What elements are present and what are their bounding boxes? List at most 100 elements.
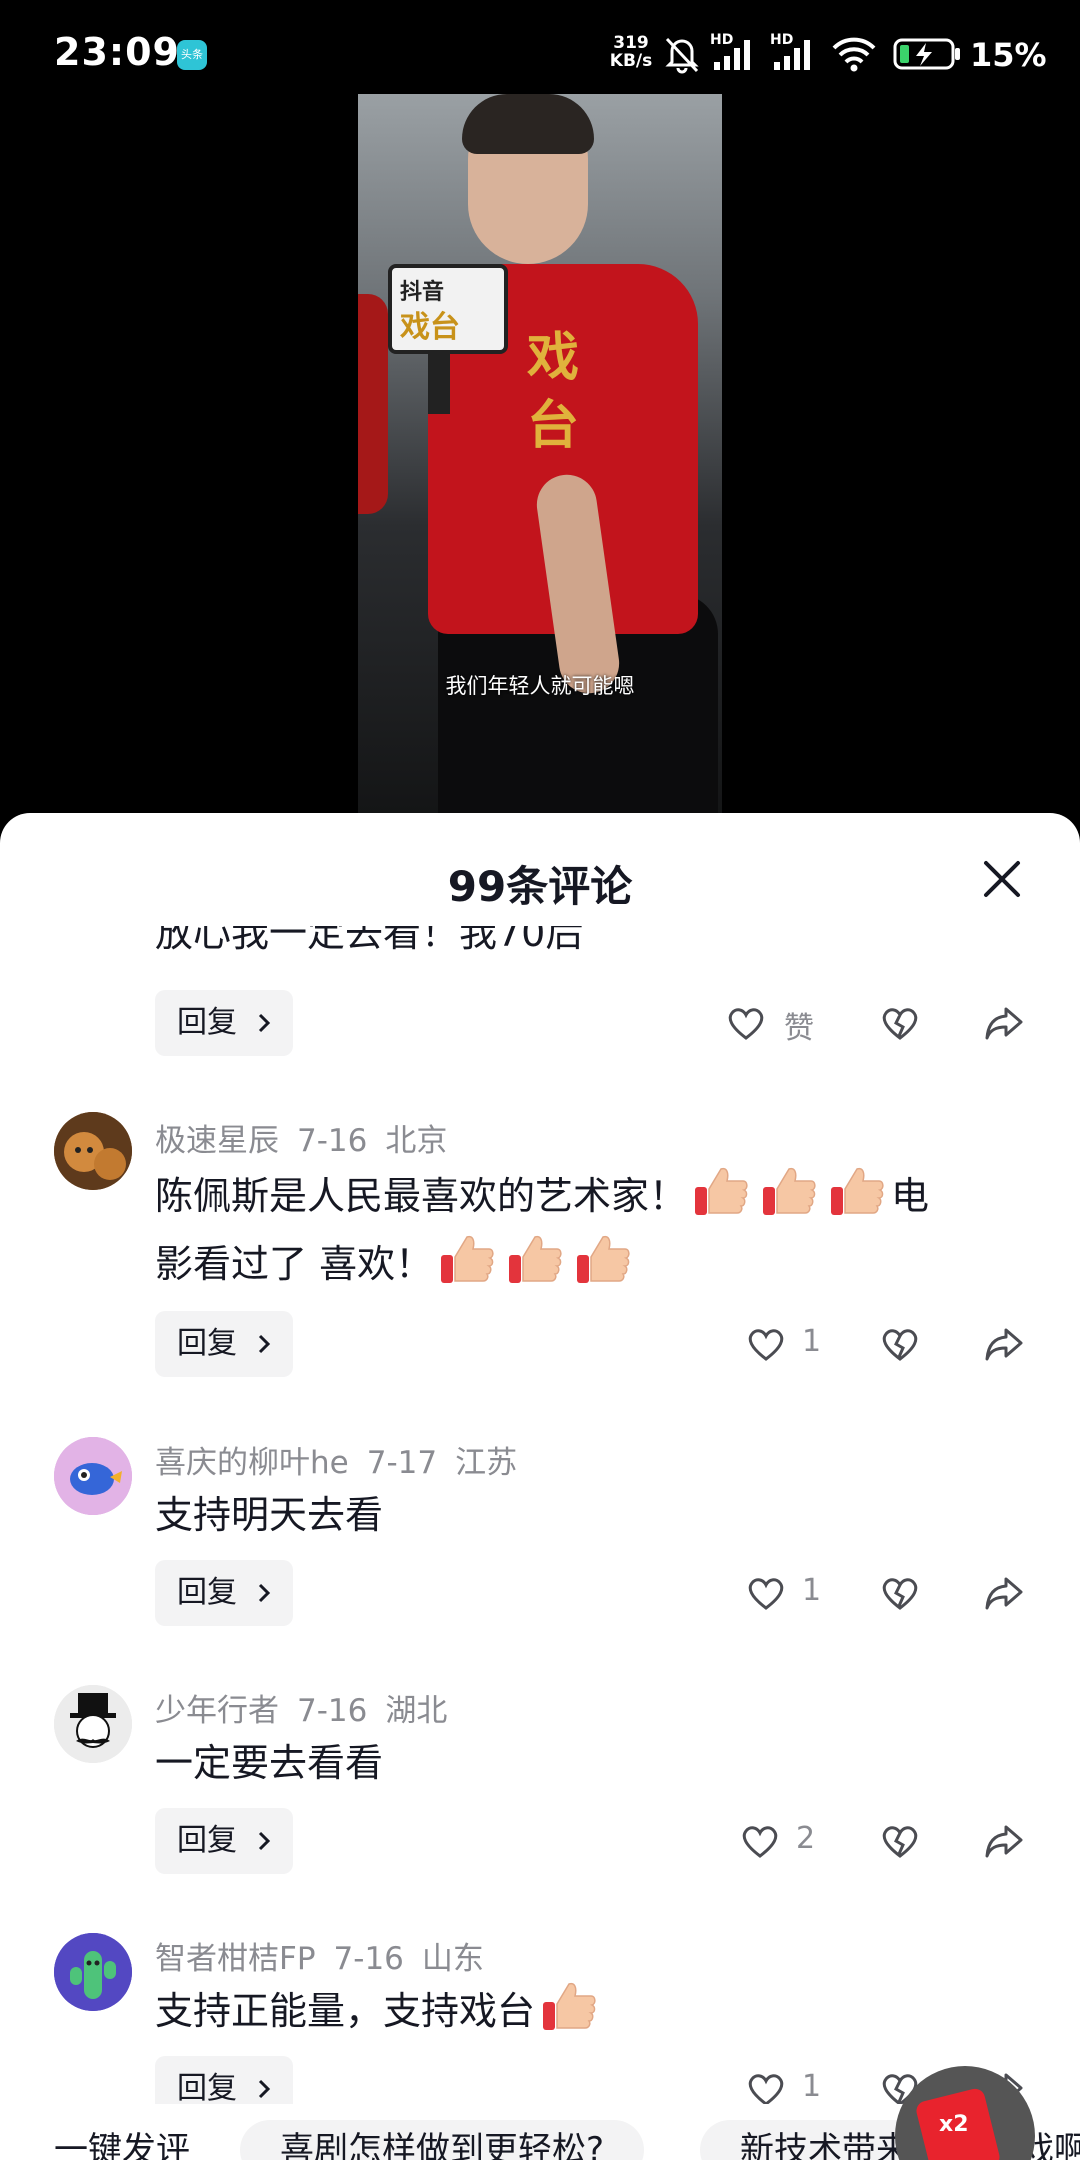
thumbs-up-emoji — [509, 1235, 562, 1283]
share-icon[interactable] — [984, 1823, 1024, 1859]
battery-percent: 15% — [970, 36, 1047, 74]
comment-text-part: 电 — [891, 1174, 930, 1218]
avatar[interactable] — [54, 1933, 132, 2011]
thumbs-up-emoji — [763, 1167, 816, 1215]
comment-date: 7-16 — [297, 1123, 368, 1159]
battery-charging-icon — [893, 38, 960, 70]
comment-text: 支持明天去看 — [155, 1493, 384, 1537]
reply-button[interactable]: 回复 — [155, 1311, 293, 1377]
chevron-right-icon — [258, 1013, 271, 1033]
chevron-right-icon — [258, 1583, 271, 1603]
comment-meta: 智者柑桔FP 7-16 山东 — [155, 1933, 502, 1978]
comment-region: 湖北 — [385, 1693, 448, 1729]
video-bg-person — [358, 294, 388, 514]
like-count: 1 — [802, 2069, 822, 2104]
network-speed-value: 319 — [613, 33, 649, 53]
avatar-top-hat-image — [54, 1685, 132, 1763]
broken-heart-icon[interactable] — [880, 1004, 920, 1042]
mic-handle — [428, 354, 450, 414]
broken-heart-icon[interactable] — [880, 1574, 920, 1612]
comment-username[interactable]: 极速星辰 — [155, 1123, 279, 1159]
avatar-cat-image — [54, 1112, 132, 1190]
chevron-right-icon — [258, 1334, 271, 1354]
comment-region: 北京 — [385, 1123, 448, 1159]
comment-text-part: 影看过了 喜欢！ — [155, 1242, 434, 1286]
comment-text: 支持正能量，支持戏台 — [155, 1977, 1025, 2045]
reply-label: 回复 — [177, 1326, 237, 1361]
like-count: 2 — [796, 1821, 816, 1856]
signal-2-icon: HD — [770, 32, 820, 74]
comment-date: 7-16 — [297, 1693, 368, 1729]
comment-sheet: 99条评论 放心我一定去看！我70后 回复 赞 极速星辰 7-16 北京 陈佩斯是人… — [0, 813, 1080, 2160]
like-count: 1 — [802, 1324, 822, 1359]
avatar[interactable] — [54, 1112, 132, 1190]
reply-label: 回复 — [177, 1823, 237, 1858]
app-notification-badge: 头条 — [177, 40, 207, 70]
reply-button[interactable]: 回复 — [155, 990, 293, 1056]
signal-bars-1 — [714, 40, 750, 70]
comment-region: 山东 — [421, 1941, 484, 1977]
avatar-cactus-image — [54, 1933, 132, 2011]
thumbs-up-emoji — [695, 1167, 748, 1215]
wifi-icon — [832, 37, 876, 72]
share-icon[interactable] — [984, 1575, 1024, 1611]
red-envelope-multiplier: x2 — [939, 2112, 969, 2137]
video-player[interactable]: 戏台 抖音 戏台 我们年轻人就可能嗯 — [358, 94, 722, 814]
thumbs-up-emoji — [577, 1235, 630, 1283]
close-icon[interactable] — [978, 855, 1026, 903]
share-icon[interactable] — [984, 1005, 1024, 1041]
heart-icon[interactable] — [746, 1574, 786, 1612]
reply-label: 回复 — [177, 2071, 237, 2106]
comment-username[interactable]: 少年行者 — [155, 1693, 279, 1729]
chevron-right-icon — [258, 1831, 271, 1851]
comment-date: 7-17 — [366, 1445, 438, 1481]
heart-icon[interactable] — [746, 2070, 786, 2108]
avatar-bird-image — [54, 1437, 132, 1515]
share-icon[interactable] — [984, 1326, 1024, 1362]
heart-icon[interactable] — [726, 1004, 766, 1042]
thumbs-up-emoji — [831, 1167, 884, 1215]
comment-region: 江苏 — [455, 1445, 518, 1481]
thumbs-up-emoji — [543, 1982, 596, 2030]
broken-heart-icon[interactable] — [880, 1822, 920, 1860]
comment-meta: 少年行者 7-16 湖北 — [155, 1685, 465, 1730]
mute-bell-icon — [665, 37, 699, 74]
partial-comment-text: 放心我一定去看！我70后 — [155, 926, 855, 950]
video-shirt-print: 戏台 — [526, 327, 579, 456]
comment-username[interactable]: 喜庆的柳叶he — [155, 1445, 349, 1481]
comment-username[interactable]: 智者柑桔FP — [155, 1941, 316, 1977]
avatar[interactable] — [54, 1437, 132, 1515]
heart-icon[interactable] — [746, 1325, 786, 1363]
reply-label: 回复 — [177, 1575, 237, 1610]
like-label: 赞 — [784, 1011, 814, 1046]
broken-heart-icon[interactable] — [880, 1325, 920, 1363]
video-microphone: 抖音 戏台 — [388, 264, 508, 354]
heart-icon[interactable] — [740, 1822, 780, 1860]
comment-meta: 极速星辰 7-16 北京 — [155, 1115, 465, 1160]
thumbs-up-emoji — [441, 1235, 494, 1283]
suggestion-chip[interactable]: 喜剧怎样做到更轻松? — [240, 2120, 645, 2160]
quick-comment-button[interactable]: 一键发评 — [54, 2120, 190, 2160]
avatar[interactable] — [54, 1685, 132, 1763]
comment-count-title: 99条评论 — [447, 862, 633, 911]
signal-bars-2 — [774, 40, 810, 70]
reply-button[interactable]: 回复 — [155, 1560, 293, 1626]
comment-text-part: 陈佩斯是人民最喜欢的艺术家！ — [155, 1174, 688, 1218]
network-speed: 319 KB/s — [606, 34, 656, 70]
comment-text: 陈佩斯是人民最喜欢的艺术家！ 电影看过了 喜欢！ — [155, 1162, 1025, 1298]
chevron-right-icon — [258, 2079, 271, 2099]
comment-text-part: 支持正能量，支持戏台 — [155, 1989, 536, 2033]
partial-comment-text-content: 放心我一定去看！我70后 — [155, 926, 584, 950]
video-person-hair — [462, 94, 594, 154]
comment-meta: 喜庆的柳叶he 7-17 江苏 — [155, 1437, 535, 1482]
comment-date: 7-16 — [333, 1941, 404, 1977]
mic-title: 戏台 — [400, 310, 460, 345]
signal-1-icon: HD — [710, 32, 760, 74]
reply-label: 回复 — [177, 1005, 237, 1040]
reply-button[interactable]: 回复 — [155, 1808, 293, 1874]
network-speed-unit: KB/s — [609, 51, 653, 71]
comment-text: 一定要去看看 — [155, 1741, 384, 1785]
like-count: 1 — [802, 1573, 822, 1608]
video-subtitle: 我们年轻人就可能嗯 — [445, 674, 635, 698]
status-time: 23:09 — [54, 30, 180, 74]
